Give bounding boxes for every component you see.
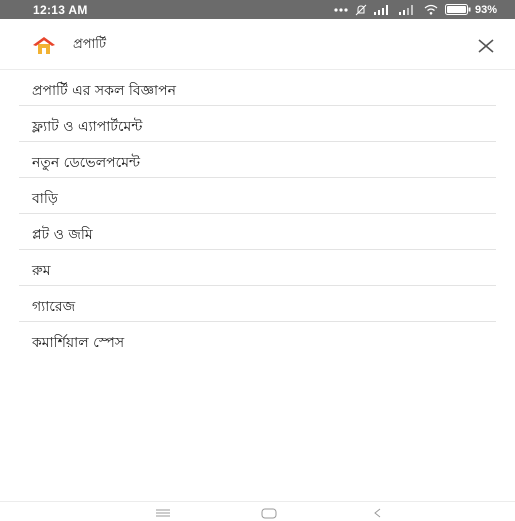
list-item-label: ফ্ল্যাট ও এ্যাপার্টমেন্ট [32, 119, 143, 135]
header: প্রপার্টি [0, 19, 515, 70]
signal-icon-2 [398, 4, 413, 15]
list-item-label: প্লট ও জমি [32, 227, 93, 243]
status-time: 12:13 AM [33, 3, 88, 17]
list-item-label: কমার্শিয়াল স্পেস [32, 335, 125, 351]
list-item-label: নতুন ডেভেলপমেন্ট [32, 155, 141, 171]
battery-icon [444, 4, 471, 15]
list-item-label: বাড়ি [32, 191, 58, 207]
square-icon[interactable] [259, 506, 279, 520]
list-item[interactable]: নতুন ডেভেলপমেন্ট [19, 142, 496, 178]
system-nav-bar [0, 501, 515, 521]
list-item[interactable]: প্রপার্টি এর সকল বিজ্ঞাপন [19, 70, 496, 106]
category-list: প্রপার্টি এর সকল বিজ্ঞাপন ফ্ল্যাট ও এ্যা… [0, 70, 515, 358]
dots-icon [334, 7, 348, 12]
screen: 12:13 AM 93% প্রপার্টি প্রপার্টি এর সকল … [0, 0, 515, 521]
signal-icon [373, 4, 388, 15]
list-item[interactable]: রুম [19, 250, 496, 286]
list-item-label: রুম [32, 263, 51, 279]
home-icon [33, 37, 55, 54]
status-bar: 12:13 AM 93% [0, 0, 515, 19]
close-icon[interactable] [475, 35, 497, 57]
list-item-label: প্রপার্টি এর সকল বিজ্ঞাপন [32, 83, 176, 99]
list-item[interactable]: ফ্ল্যাট ও এ্যাপার্টমেন্ট [19, 106, 496, 142]
page-title: প্রপার্টি [73, 37, 107, 52]
list-item[interactable]: কমার্শিয়াল স্পেস [19, 322, 496, 358]
status-icons: 93% [334, 2, 497, 17]
list-item[interactable]: প্লট ও জমি [19, 214, 496, 250]
back-icon[interactable] [368, 506, 388, 520]
list-item[interactable]: গ্যারেজ [19, 286, 496, 322]
list-item-label: গ্যারেজ [32, 299, 76, 315]
menu-icon[interactable] [153, 506, 173, 520]
wifi-icon [424, 4, 438, 15]
battery-percent: 93% [474, 3, 497, 16]
mute-bell-icon [355, 4, 367, 15]
list-item[interactable]: বাড়ি [19, 178, 496, 214]
